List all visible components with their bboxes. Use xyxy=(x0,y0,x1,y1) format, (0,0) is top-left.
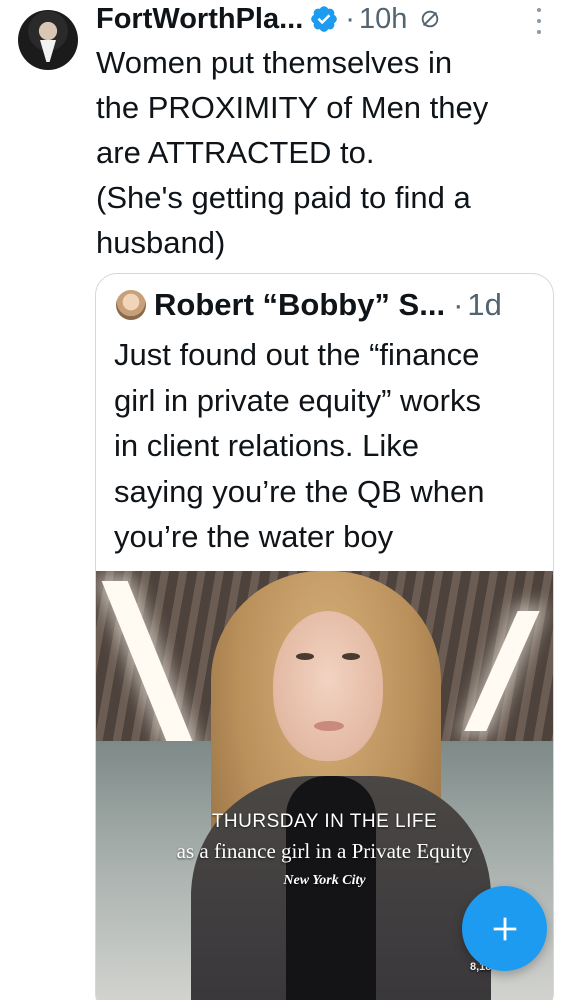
more-vertical-icon[interactable] xyxy=(533,8,545,34)
author-avatar[interactable] xyxy=(18,10,78,70)
plus-icon xyxy=(493,917,516,940)
grok-icon[interactable] xyxy=(419,8,441,30)
verified-badge-icon xyxy=(309,4,339,34)
post-time[interactable]: 10h xyxy=(359,3,407,36)
author-name[interactable]: FortWorthPla... xyxy=(96,3,303,36)
quoted-header-separator: · xyxy=(453,287,464,322)
quoted-post-time: 1d xyxy=(467,287,502,322)
tweet-text: Women put themselves in the PROXIMITY of… xyxy=(96,45,489,260)
quoted-author-avatar xyxy=(116,290,146,320)
quoted-tweet-text: Just found out the “finance girl in priv… xyxy=(114,337,485,554)
compose-button[interactable] xyxy=(462,886,547,971)
media-person-face xyxy=(273,611,383,761)
header-separator: · xyxy=(345,2,355,35)
media-person-lips xyxy=(314,721,344,731)
tweet[interactable]: FortWorthPla... · 10h Women put themselv… xyxy=(0,0,571,1000)
media-overlay-subtitle: as a finance girl in a Private Equity xyxy=(176,839,473,863)
media-overlay-title: THURSDAY IN THE LIFE xyxy=(211,811,438,832)
media-person-eye xyxy=(296,653,314,660)
tweet-header: FortWorthPla... · 10h xyxy=(96,2,441,36)
media-person-eye xyxy=(342,653,360,660)
quoted-tweet-header: Robert “Bobby” S... · 1d xyxy=(116,287,502,322)
quoted-author-name: Robert “Bobby” S... xyxy=(154,287,446,322)
media-overlay-city: New York City xyxy=(283,873,366,888)
